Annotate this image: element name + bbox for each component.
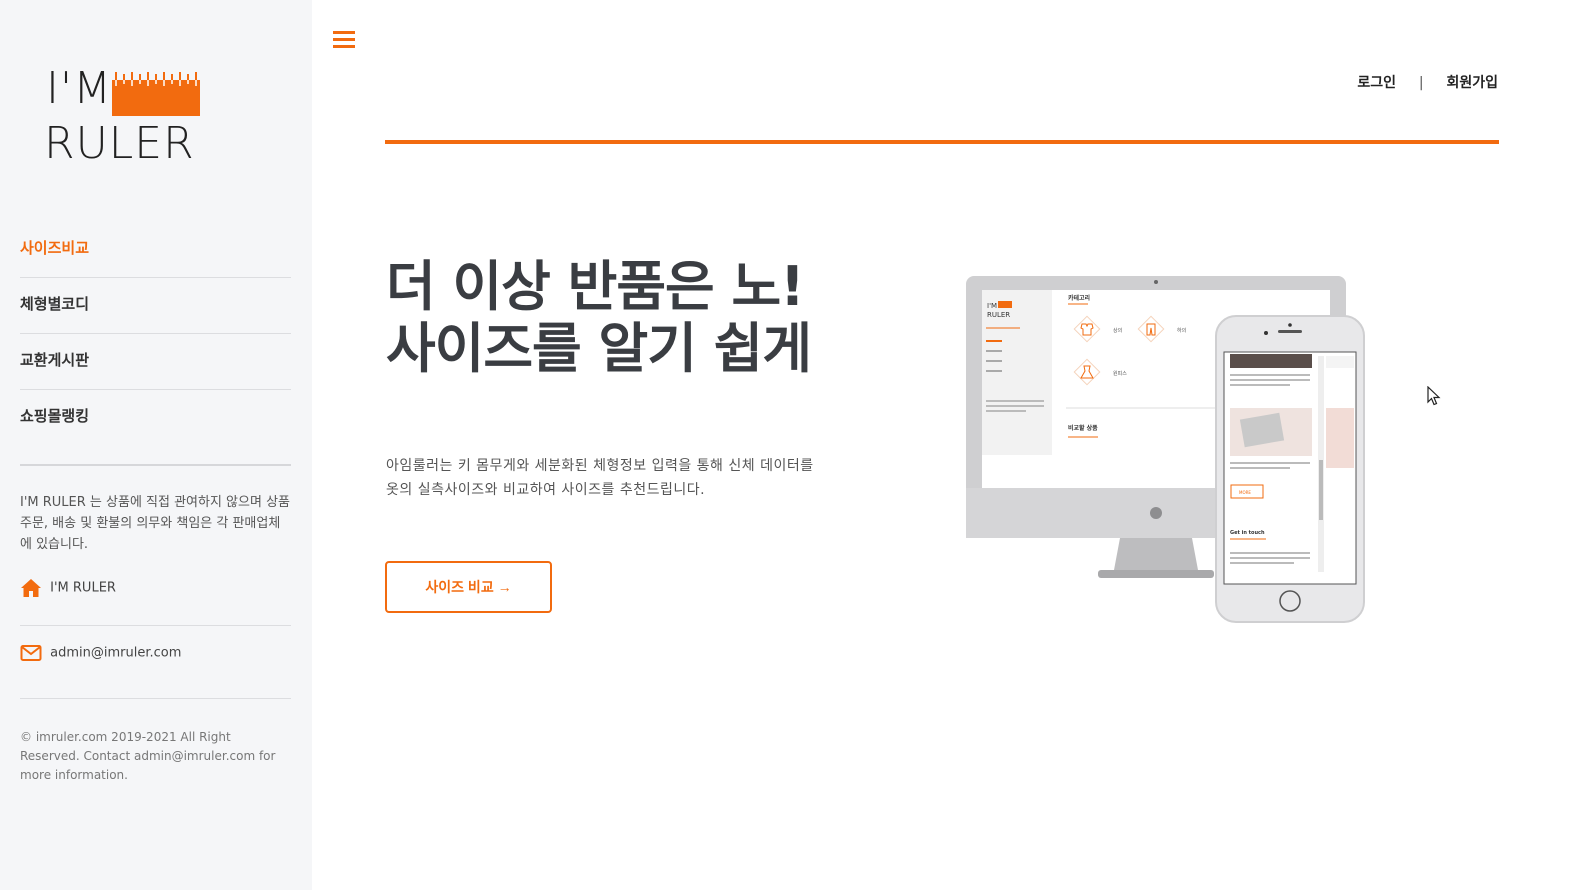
hero-description: 아임룰러는 키 몸무게와 세분화된 체형정보 입력을 통해 신체 데이터를 옷의… [386, 458, 814, 498]
sidebar-item-exchange-board[interactable]: 교환게시판 [20, 334, 291, 390]
logo-line2: RULER [44, 118, 195, 169]
device-mockup-image: I'M RULER 카테고리 상의 하의 원피스 비교할 상품 MORE Get… [966, 276, 1365, 623]
email-link[interactable]: admin@imruler.com [20, 644, 291, 699]
mockup-section-title: Get in touch [1230, 530, 1265, 536]
ruler-logo-icon [112, 72, 200, 116]
header-divider [385, 140, 1499, 144]
mockup-item-dress: 원피스 [1113, 370, 1127, 377]
sidebar-item-size-compare[interactable]: 사이즈비교 [20, 222, 291, 278]
mockup-item-top: 상의 [1113, 327, 1122, 334]
sidebar-item-body-coordi[interactable]: 체형별코디 [20, 278, 291, 334]
sidebar-nav: 사이즈비교 체형별코디 교환게시판 쇼핑몰랭킹 [20, 222, 291, 446]
sidebar: I'M RULER 사이즈비교 체형별코디 교환게시판 쇼핑몰랭킹 I'M RU… [0, 0, 312, 890]
mockup-category-title: 카테고리 [1068, 294, 1090, 302]
logo-line1: I'M [46, 63, 113, 114]
home-icon [21, 579, 41, 597]
disclaimer-text: I'M RULER 는 상품에 직접 관여하지 않으며 상품 주문, 배송 및 … [20, 495, 290, 552]
mockup-compare-title: 비교할 상품 [1068, 424, 1098, 432]
hero-headline-line1: 더 이상 반품은 노! [386, 255, 805, 318]
mouse-cursor-icon [1427, 386, 1441, 406]
home-link[interactable]: I'M RULER [20, 578, 291, 626]
size-compare-button[interactable]: 사이즈 비교 → [385, 561, 552, 613]
copyright-text: © imruler.com 2019-2021 All Right Reserv… [20, 730, 276, 782]
mail-icon [20, 645, 42, 661]
hamburger-menu-icon[interactable] [333, 28, 357, 52]
auth-separator: | [1418, 75, 1424, 91]
mockup-logo-line1: I'M [987, 302, 997, 310]
sidebar-item-mall-ranking[interactable]: 쇼핑몰랭킹 [20, 390, 291, 446]
auth-links: 로그인 | 회원가입 [1357, 72, 1498, 92]
mockup-item-bottom: 하의 [1177, 327, 1186, 334]
logo[interactable]: I'M RULER [44, 60, 204, 170]
hero-headline-line2: 사이즈를 알기 쉽게 [386, 317, 812, 380]
login-link[interactable]: 로그인 [1357, 75, 1396, 91]
sidebar-divider [20, 464, 291, 466]
mockup-more-button: MORE [1239, 490, 1251, 495]
email-label: admin@imruler.com [50, 645, 182, 661]
hero-headline: 더 이상 반품은 노! 사이즈를 알기 쉽게 [386, 255, 812, 380]
home-label: I'M RULER [50, 580, 116, 596]
mockup-logo-line2: RULER [987, 311, 1010, 319]
signup-link[interactable]: 회원가입 [1446, 75, 1498, 91]
page: I'M RULER 사이즈비교 체형별코디 교환게시판 쇼핑몰랭킹 I'M RU… [0, 0, 1580, 890]
